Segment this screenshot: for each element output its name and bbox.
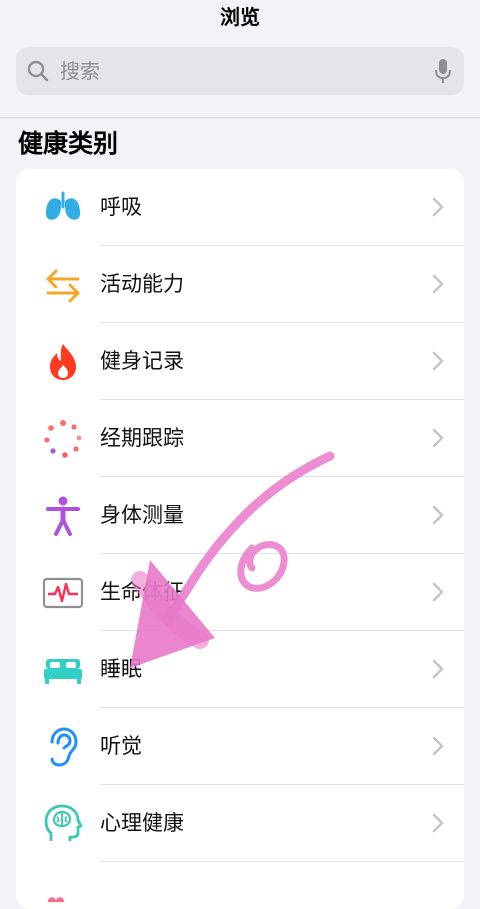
- category-row-mental-health[interactable]: 心理健康: [16, 785, 464, 862]
- category-label: 听觉: [100, 734, 142, 758]
- category-label: 经期跟踪: [100, 426, 184, 450]
- bed-icon: [44, 659, 82, 684]
- category-row-body-measurements[interactable]: 身体测量: [16, 477, 464, 554]
- category-row-hearing[interactable]: 听觉: [16, 708, 464, 785]
- heart-rate-icon: [42, 577, 84, 609]
- category-label: 生命体征: [100, 580, 184, 604]
- brain-head-icon: [44, 804, 83, 841]
- cycle-dots-icon: [44, 420, 82, 458]
- chevron-right-icon: [432, 813, 444, 833]
- category-row-mobility[interactable]: 活动能力: [16, 246, 464, 323]
- category-label: 身体测量: [100, 503, 184, 527]
- nav-title: 浏览: [220, 5, 260, 29]
- flame-icon: [50, 344, 76, 380]
- chevron-right-icon: [432, 582, 444, 602]
- partial-icon: [48, 897, 64, 902]
- chevron-right-icon: [432, 428, 444, 448]
- chevron-right-icon: [432, 659, 444, 679]
- category-row-vitals[interactable]: 生命体征: [16, 554, 464, 631]
- category-label: 睡眠: [100, 657, 142, 681]
- header-divider: [0, 117, 480, 118]
- person-figure-icon: [46, 496, 80, 536]
- category-label: 健身记录: [100, 349, 184, 373]
- chevron-right-icon: [432, 274, 444, 294]
- categories-list: 呼吸 活动能力 健身记录 经期跟踪 身体测量 生命体征 睡眠 听觉 心理健康: [16, 169, 464, 909]
- search-bar[interactable]: 搜索: [16, 47, 464, 95]
- search-icon: [27, 60, 49, 82]
- category-label: 呼吸: [100, 195, 142, 219]
- category-row-cycle-tracking[interactable]: 经期跟踪: [16, 400, 464, 477]
- category-row-sleep[interactable]: 睡眠: [16, 631, 464, 708]
- search-input[interactable]: 搜索: [60, 47, 100, 95]
- category-label: 心理健康: [100, 811, 184, 835]
- category-row-fitness[interactable]: 健身记录: [16, 323, 464, 400]
- chevron-right-icon: [432, 505, 444, 525]
- microphone-icon[interactable]: [434, 58, 452, 84]
- category-row-breathing[interactable]: 呼吸: [16, 169, 464, 246]
- chevron-right-icon: [432, 736, 444, 756]
- category-label: 活动能力: [100, 272, 184, 296]
- lungs-icon: [45, 191, 81, 220]
- chevron-right-icon: [432, 351, 444, 371]
- category-row-next[interactable]: [16, 862, 464, 909]
- arrows-swap-icon: [46, 269, 80, 303]
- chevron-right-icon: [432, 197, 444, 217]
- section-title: 健康类别: [18, 129, 119, 158]
- ear-icon: [50, 727, 78, 767]
